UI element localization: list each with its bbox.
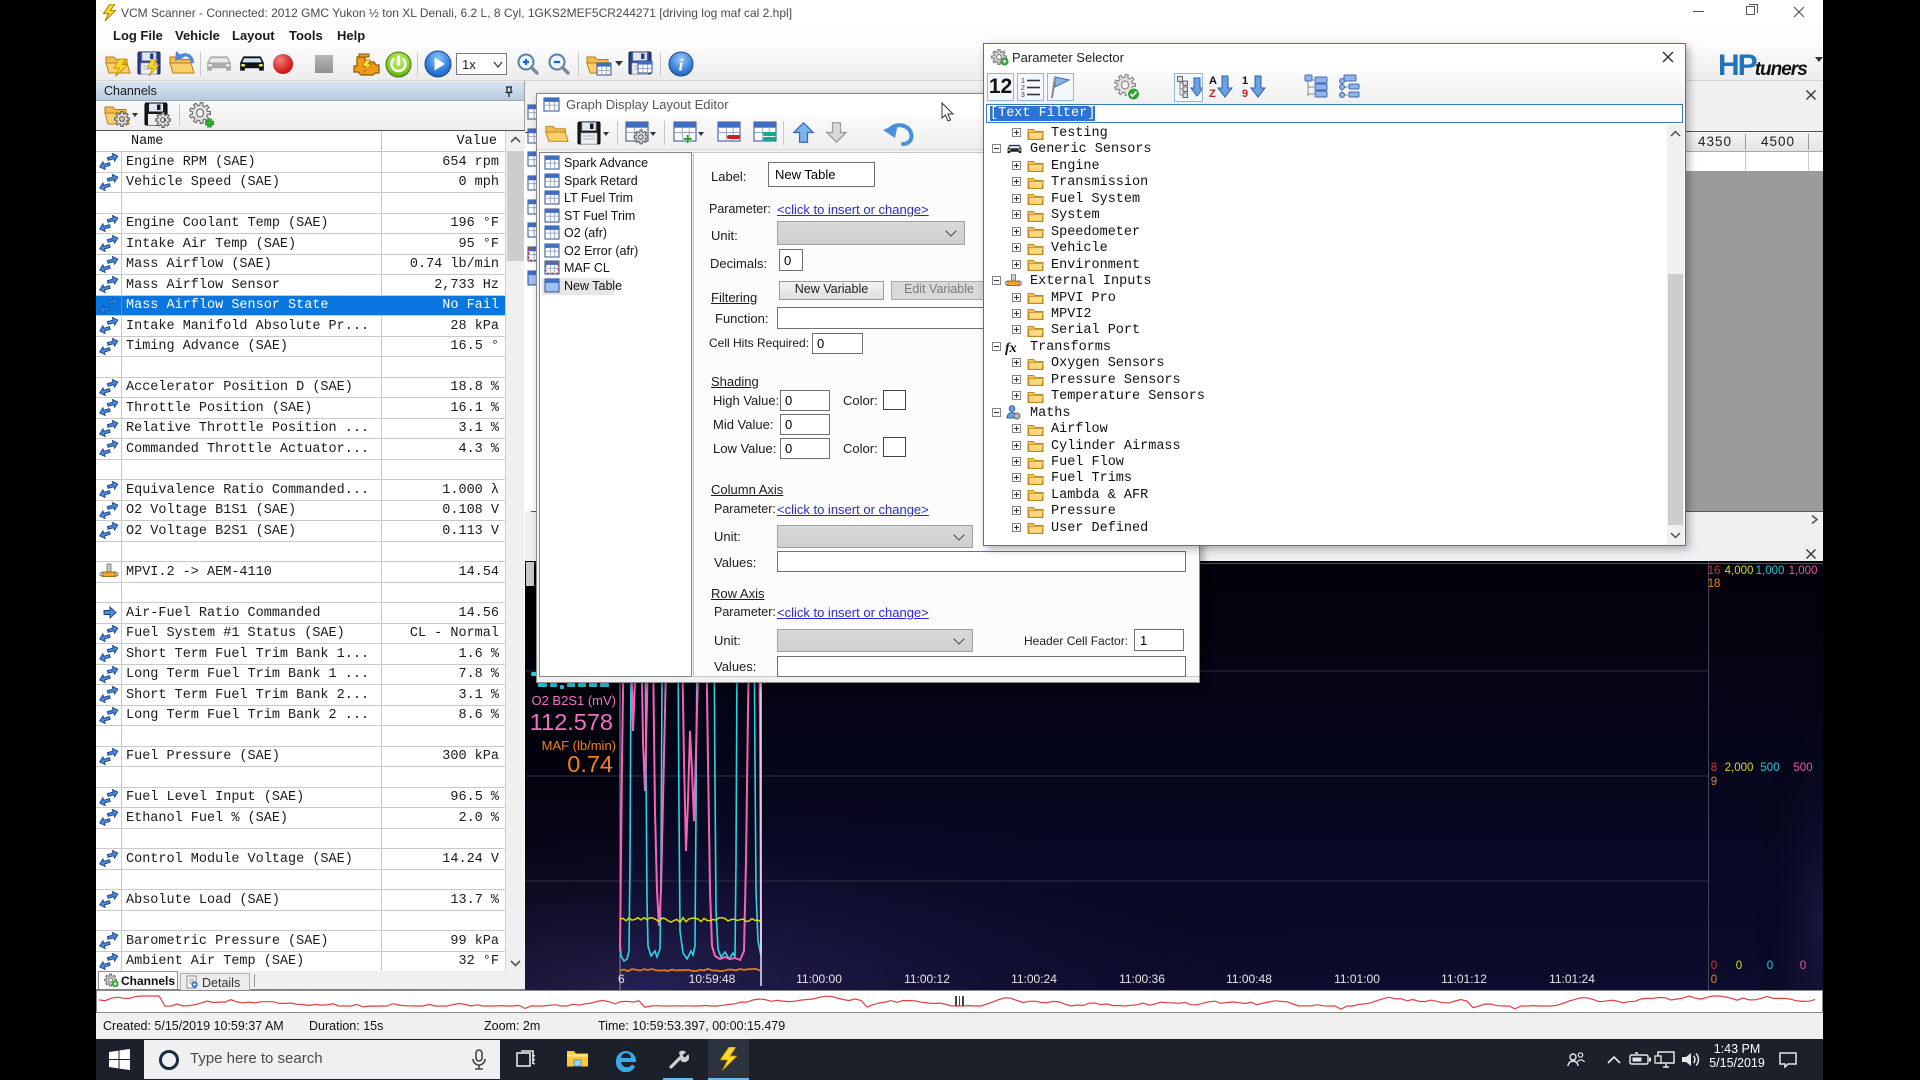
svg-text:1: 1 <box>1242 75 1248 87</box>
svg-text:Z: Z <box>1209 88 1216 100</box>
svg-text:i: i <box>679 56 684 75</box>
svg-text:2: 2 <box>1021 85 1025 92</box>
svg-text:9: 9 <box>1242 88 1248 100</box>
svg-text:3: 3 <box>1021 92 1025 99</box>
svg-text:A: A <box>1209 75 1217 87</box>
svg-text:1: 1 <box>1021 78 1025 85</box>
